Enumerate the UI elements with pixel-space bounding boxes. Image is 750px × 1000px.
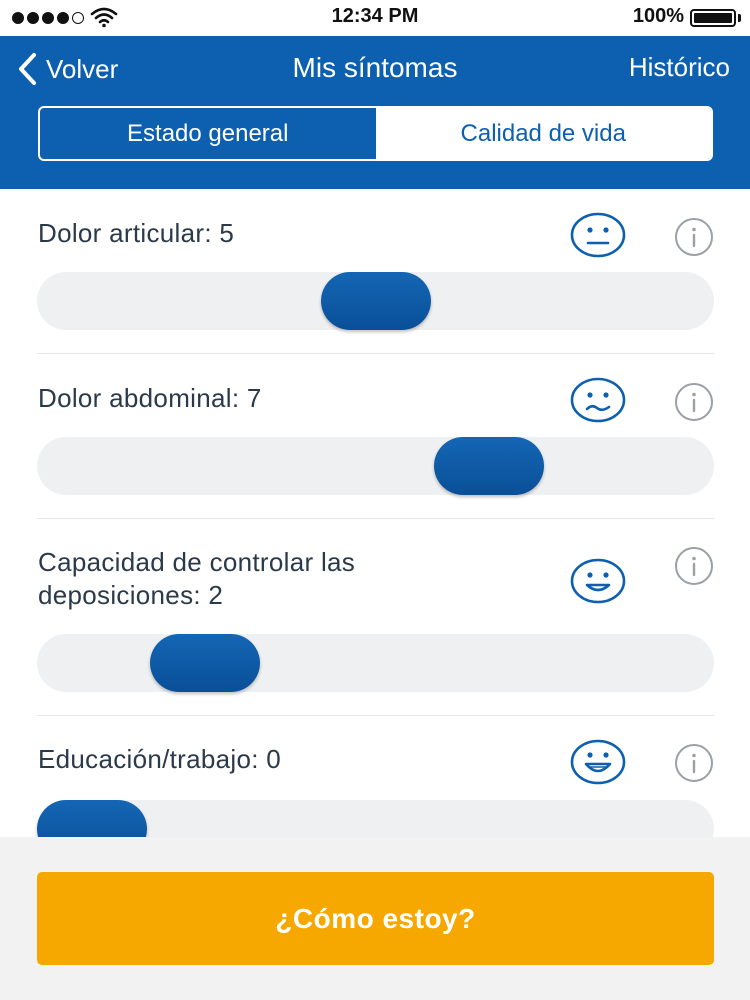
tab-estado-general[interactable]: Estado general: [40, 108, 376, 159]
navigation-header: Volver Mis síntomas Histórico Estado gen…: [0, 36, 750, 189]
tab-calidad-de-vida[interactable]: Calidad de vida: [375, 108, 711, 159]
wavy-mouth-face-icon: [570, 377, 626, 423]
symptom-label: Dolor abdominal: 7: [38, 383, 262, 413]
symptom-list: Dolor articular: 5 Dolor abdominal: 7 Ca…: [0, 189, 750, 837]
bottom-bar: ¿Cómo estoy?: [0, 837, 750, 1000]
history-button[interactable]: Histórico: [629, 52, 730, 83]
slider-thumb[interactable]: [150, 634, 261, 692]
status-bar: 12:34 PM 100%: [0, 0, 750, 36]
symptom-slider[interactable]: [37, 800, 714, 837]
info-icon[interactable]: [674, 382, 714, 422]
back-button-label: Volver: [46, 53, 119, 84]
divider: [37, 518, 714, 519]
symptom-label: Educación/trabajo: 0: [38, 744, 282, 774]
battery-tip: [738, 14, 741, 22]
battery-percentage: 100%: [632, 5, 684, 27]
symptom-slider[interactable]: [37, 272, 714, 330]
smiling-face-icon: [570, 558, 626, 604]
grinning-face-icon: [570, 739, 626, 785]
divider: [37, 715, 714, 716]
wifi-icon: [90, 7, 118, 28]
slider-thumb[interactable]: [433, 437, 544, 495]
divider: [37, 353, 714, 354]
chevron-left-icon: [19, 53, 36, 85]
info-icon[interactable]: [674, 217, 714, 257]
como-estoy-button[interactable]: ¿Cómo estoy?: [37, 872, 714, 965]
info-icon[interactable]: [674, 546, 714, 586]
neutral-face-icon: [570, 212, 626, 258]
info-icon[interactable]: [674, 743, 714, 783]
slider-thumb[interactable]: [37, 800, 147, 837]
back-button[interactable]: Volver: [16, 50, 118, 88]
signal-strength-icon: [12, 12, 84, 24]
symptom-slider[interactable]: [37, 437, 714, 495]
battery-icon: [690, 9, 736, 27]
symptom-label: Dolor articular: 5: [38, 218, 235, 248]
segmented-control: Estado general Calidad de vida: [38, 106, 713, 161]
slider-thumb[interactable]: [320, 272, 431, 330]
symptom-slider[interactable]: [37, 634, 714, 692]
symptom-label: Capacidad de controlar las deposiciones:…: [38, 547, 356, 610]
